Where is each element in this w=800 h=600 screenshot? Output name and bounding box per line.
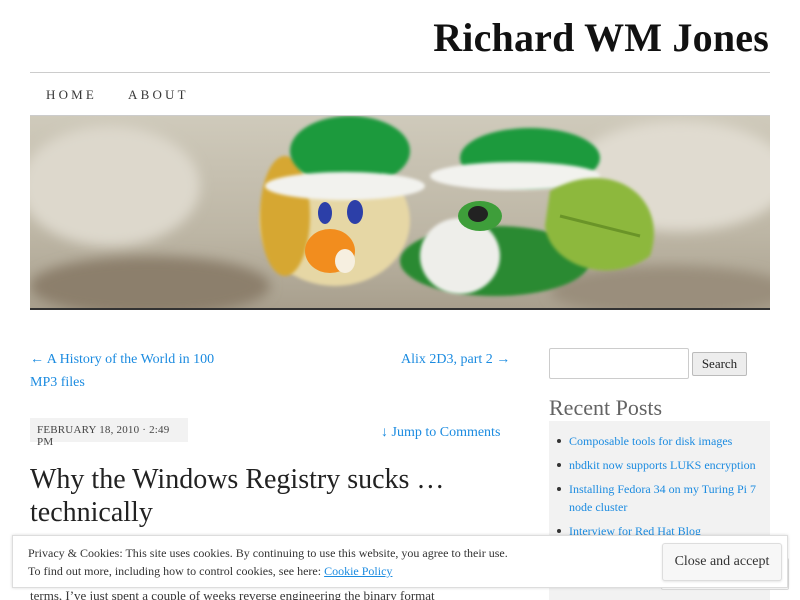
cookie-text-line2: To find out more, including how to contr… bbox=[28, 562, 508, 580]
post-date[interactable]: FEBRUARY 18, 2010 · 2:49 PM bbox=[30, 418, 188, 448]
cookie-banner: Privacy & Cookies: This site uses cookie… bbox=[12, 535, 788, 588]
next-post-link[interactable]: Alix 2D3, part 2 → bbox=[401, 348, 510, 371]
cookie-text-line2-label: To find out more, including how to contr… bbox=[28, 564, 322, 578]
nav-item-home[interactable]: HOME bbox=[46, 87, 97, 103]
jump-to-comments-link[interactable]: ↓ Jump to Comments bbox=[381, 425, 500, 441]
main-nav: HOME ABOUT bbox=[30, 72, 770, 116]
close-and-accept-button[interactable]: Close and accept bbox=[662, 543, 782, 581]
header-image bbox=[30, 116, 770, 310]
post-body-text: terms, I’ve just spent a couple of weeks… bbox=[30, 588, 435, 600]
post-title: Why the Windows Registry sucks … technic… bbox=[30, 464, 445, 528]
search-input[interactable] bbox=[549, 348, 689, 379]
header-image-illustration bbox=[30, 116, 770, 310]
previous-post-link[interactable]: ← A History of the World in 100 MP3 file… bbox=[30, 348, 230, 394]
recent-post-link[interactable]: nbdkit now supports LUKS encryption bbox=[569, 458, 756, 472]
cookie-text-line1: Privacy & Cookies: This site uses cookie… bbox=[28, 546, 508, 560]
cookie-policy-link[interactable]: Cookie Policy bbox=[324, 564, 392, 578]
site-title[interactable]: Richard WM Jones bbox=[433, 14, 769, 61]
recent-post-item[interactable]: Installing Fedora 34 on my Turing Pi 7 n… bbox=[557, 480, 763, 516]
recent-posts-list: Composable tools for disk images nbdkit … bbox=[557, 432, 763, 546]
recent-post-link[interactable]: Installing Fedora 34 on my Turing Pi 7 n… bbox=[569, 482, 756, 514]
recent-post-item[interactable]: nbdkit now supports LUKS encryption bbox=[557, 456, 763, 474]
cookie-banner-text: Privacy & Cookies: This site uses cookie… bbox=[28, 544, 508, 580]
recent-posts-heading: Recent Posts bbox=[549, 395, 663, 420]
search-button[interactable]: Search bbox=[692, 352, 747, 376]
recent-post-item[interactable]: Composable tools for disk images bbox=[557, 432, 763, 450]
nav-item-about[interactable]: ABOUT bbox=[128, 87, 189, 103]
recent-post-link[interactable]: Composable tools for disk images bbox=[569, 434, 732, 448]
